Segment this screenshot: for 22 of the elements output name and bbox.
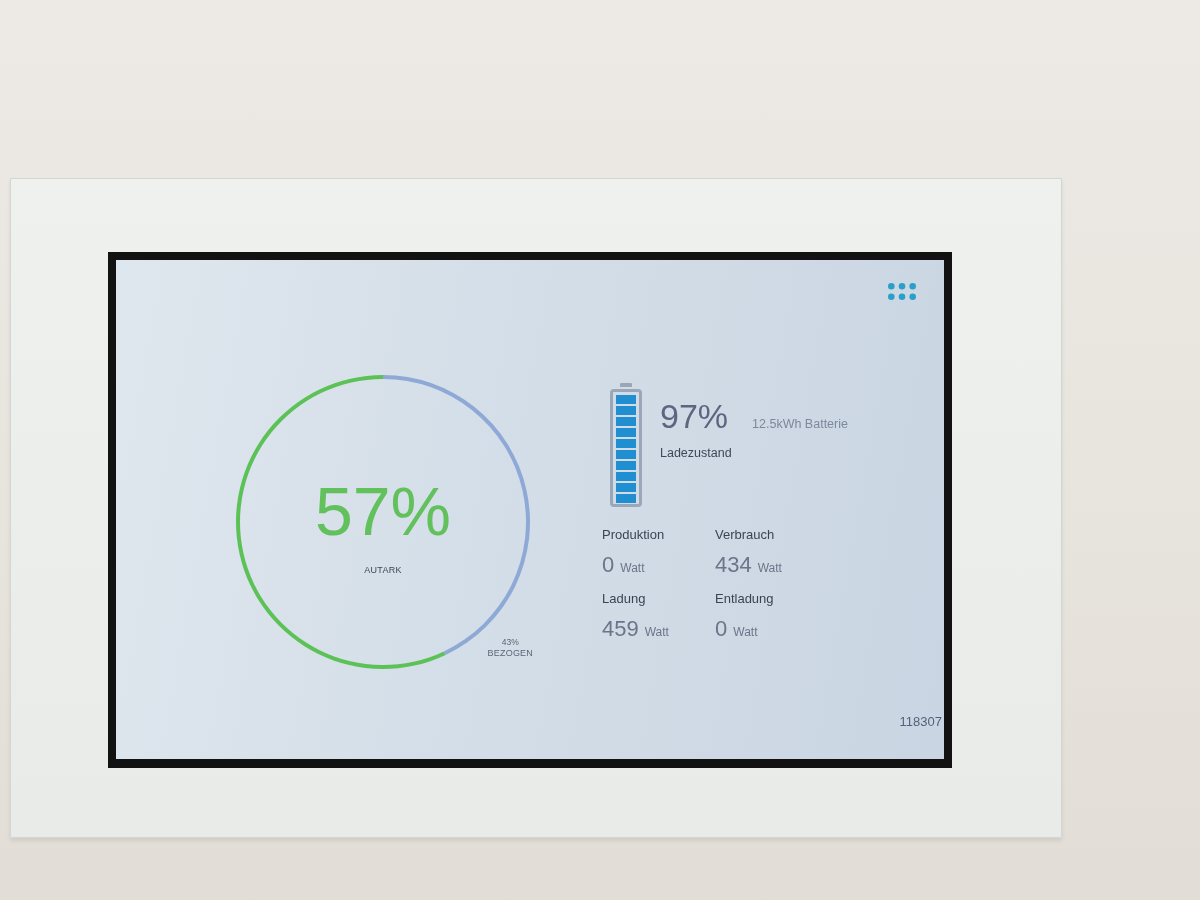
stat-value: 0 (715, 617, 728, 641)
stat-label: Entladung (715, 591, 774, 607)
stat-unit: Watt (644, 625, 669, 639)
battery-terminal (620, 383, 632, 387)
stat-label: Verbrauch (715, 527, 775, 543)
stat-unit: Watt (757, 561, 782, 575)
stat-value: 434 (715, 553, 752, 577)
stat-label: Ladung (602, 591, 646, 607)
autarky-label: AUTARK (364, 564, 402, 576)
stat-value: 459 (602, 617, 639, 641)
menu-icon[interactable] (888, 283, 916, 300)
charge-label: Ladezustand (660, 446, 733, 460)
battery-capacity: 12.5kWh Batterie (752, 417, 848, 431)
stat-value: 0 (602, 553, 615, 577)
charge-percent: 97% (660, 399, 729, 433)
grid-label: BEZOGEN (487, 648, 533, 660)
serial-number: 118307 (899, 714, 942, 730)
autarky-percent: 57% (314, 476, 452, 545)
stat-unit: Watt (733, 625, 758, 639)
stat-unit: Watt (620, 561, 645, 575)
grid-percent: 43% (501, 637, 519, 649)
stat-label: Produktion (602, 527, 665, 543)
